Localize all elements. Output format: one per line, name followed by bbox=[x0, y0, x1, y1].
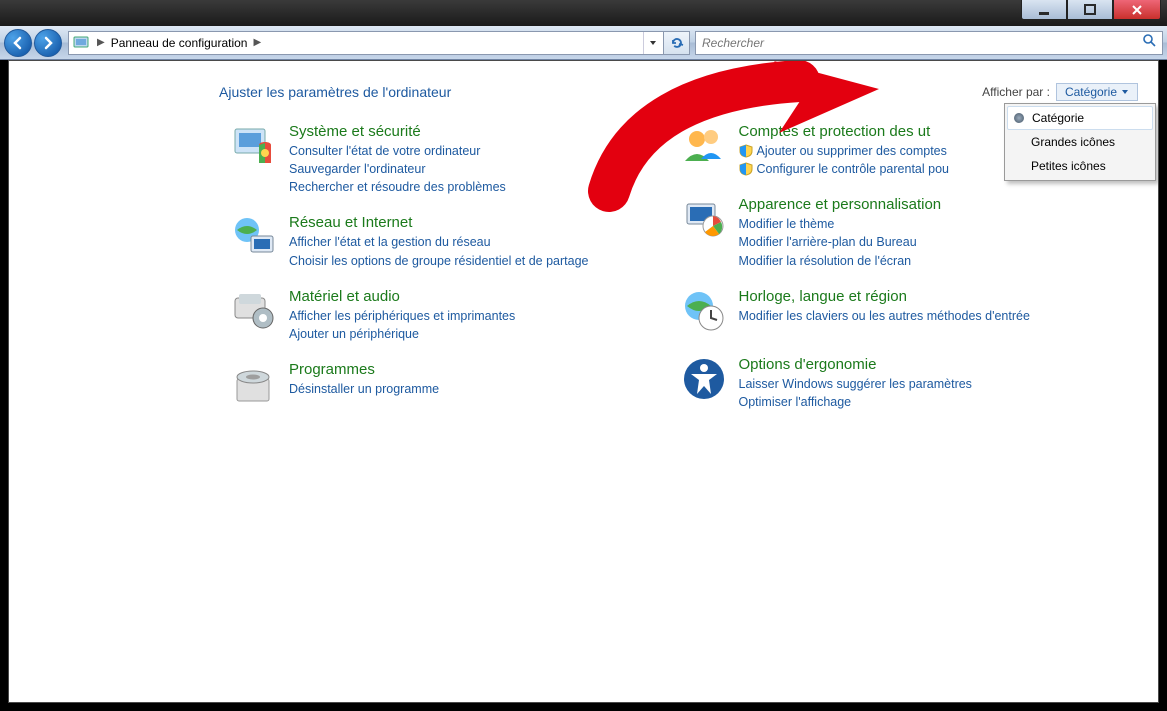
category-programs: Programmes Désinstaller un programme bbox=[229, 361, 669, 411]
viewby-dropdown[interactable]: Catégorie bbox=[1056, 83, 1138, 101]
category-system-security: Système et sécurité Consulter l'état de … bbox=[229, 123, 669, 196]
category-title[interactable]: Horloge, langue et région bbox=[739, 288, 1030, 305]
viewby-label: Afficher par : bbox=[982, 85, 1050, 99]
category-link[interactable]: Optimiser l'affichage bbox=[739, 393, 972, 411]
address-dropdown-icon[interactable] bbox=[643, 32, 661, 54]
category-title[interactable]: Apparence et personnalisation bbox=[739, 196, 942, 213]
minimize-button[interactable] bbox=[1021, 0, 1067, 20]
category-appearance: Apparence et personnalisation Modifier l… bbox=[679, 196, 1119, 269]
category-title[interactable]: Comptes et protection des ut bbox=[739, 123, 949, 140]
control-panel-icon bbox=[73, 34, 91, 52]
category-link[interactable]: Modifier le thème bbox=[739, 215, 942, 233]
category-title[interactable]: Matériel et audio bbox=[289, 288, 515, 305]
breadcrumb-root[interactable]: Panneau de configuration bbox=[111, 36, 248, 50]
clock-language-region-icon bbox=[679, 288, 729, 338]
programs-icon bbox=[229, 361, 279, 411]
category-link[interactable]: Sauvegarder l'ordinateur bbox=[289, 160, 506, 178]
chevron-down-icon bbox=[1121, 88, 1129, 96]
category-title[interactable]: Options d'ergonomie bbox=[739, 356, 972, 373]
forward-button[interactable] bbox=[34, 29, 62, 57]
viewby-current: Catégorie bbox=[1065, 85, 1117, 99]
maximize-button[interactable] bbox=[1067, 0, 1113, 20]
appearance-icon bbox=[679, 196, 729, 246]
category-link[interactable]: Modifier la résolution de l'écran bbox=[739, 252, 942, 270]
search-box[interactable] bbox=[695, 31, 1163, 55]
breadcrumb-separator: ▶ bbox=[253, 37, 261, 48]
close-button[interactable] bbox=[1113, 0, 1161, 20]
category-hardware-audio: Matériel et audio Afficher les périphéri… bbox=[229, 288, 669, 343]
category-link[interactable]: Choisir les options de groupe résidentie… bbox=[289, 252, 589, 270]
category-link[interactable]: Ajouter un périphérique bbox=[289, 325, 515, 343]
category-link[interactable]: Consulter l'état de votre ordinateur bbox=[289, 142, 506, 160]
category-clock-language-region: Horloge, langue et région Modifier les c… bbox=[679, 288, 1119, 338]
category-link[interactable]: Laisser Windows suggérer les paramètres bbox=[739, 375, 972, 393]
category-link[interactable]: Modifier l'arrière-plan du Bureau bbox=[739, 233, 942, 251]
address-bar[interactable]: ▶ Panneau de configuration ▶ bbox=[68, 31, 664, 55]
category-link[interactable]: Désinstaller un programme bbox=[289, 380, 439, 398]
category-link[interactable]: Configurer le contrôle parental pou bbox=[739, 160, 949, 178]
ease-of-access-icon bbox=[679, 356, 729, 406]
radio-selected-icon bbox=[1014, 113, 1024, 123]
system-security-icon bbox=[229, 123, 279, 173]
network-internet-icon bbox=[229, 214, 279, 264]
content-pane: Ajuster les paramètres de l'ordinateur A… bbox=[8, 60, 1159, 703]
category-title[interactable]: Système et sécurité bbox=[289, 123, 506, 140]
back-button[interactable] bbox=[4, 29, 32, 57]
breadcrumb-separator: ▶ bbox=[97, 37, 105, 48]
uac-shield-icon bbox=[739, 162, 753, 176]
search-input[interactable] bbox=[702, 36, 1142, 50]
window-titlebar bbox=[0, 0, 1167, 26]
refresh-button[interactable] bbox=[664, 31, 690, 55]
uac-shield-icon bbox=[739, 144, 753, 158]
hardware-audio-icon bbox=[229, 288, 279, 338]
category-ease-of-access: Options d'ergonomie Laisser Windows sugg… bbox=[679, 356, 1119, 411]
category-link[interactable]: Ajouter ou supprimer des comptes bbox=[739, 142, 949, 160]
category-link[interactable]: Modifier les claviers ou les autres méth… bbox=[739, 307, 1030, 325]
category-link[interactable]: Afficher l'état et la gestion du réseau bbox=[289, 233, 589, 251]
category-user-accounts: Comptes et protection des ut Ajouter ou … bbox=[679, 123, 1119, 178]
category-title[interactable]: Réseau et Internet bbox=[289, 214, 589, 231]
category-link[interactable]: Afficher les périphériques et imprimante… bbox=[289, 307, 515, 325]
search-icon[interactable] bbox=[1142, 33, 1156, 52]
user-accounts-icon bbox=[679, 123, 729, 173]
page-heading: Ajuster les paramètres de l'ordinateur bbox=[219, 84, 451, 100]
category-link[interactable]: Rechercher et résoudre des problèmes bbox=[289, 178, 506, 196]
window-controls bbox=[1021, 0, 1161, 20]
navigation-bar: ▶ Panneau de configuration ▶ bbox=[0, 26, 1167, 60]
category-network-internet: Réseau et Internet Afficher l'état et la… bbox=[229, 214, 669, 269]
category-title[interactable]: Programmes bbox=[289, 361, 439, 378]
